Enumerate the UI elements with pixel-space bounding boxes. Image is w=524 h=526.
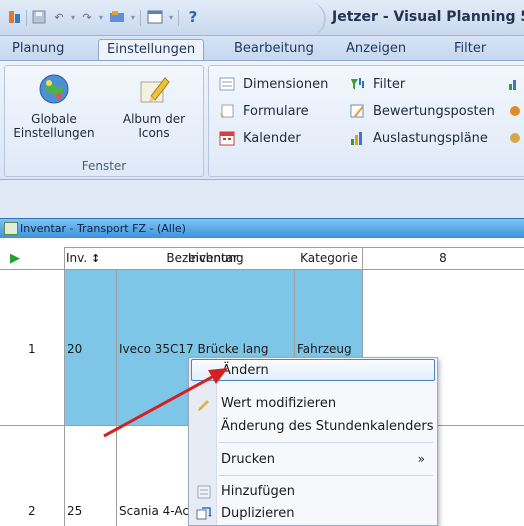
column-header-bezeichnung[interactable]: Bezeichnung [116,251,294,265]
menu-item-aenderung-stundenkalender[interactable]: Änderung des Stundenkalenders [191,416,435,438]
menu-item-aendern-label: Ändern [222,363,269,378]
grid-line [64,247,524,248]
kalender-button[interactable]: Kalender [219,128,301,148]
row2-bezeichnung[interactable]: Scania 4-Ach [119,504,197,518]
album-der-icons-button[interactable]: Album der Icons [109,72,199,140]
menu-item-hinzufuegen-label: Hinzufügen [221,484,295,499]
dimensionen-label: Dimensionen [243,76,329,92]
workspace-background [0,180,524,218]
menu-item-duplizieren-label: Duplizieren [221,506,295,521]
tab-planung[interactable]: Planung [4,39,72,60]
filter-icon [351,78,364,90]
current-row-indicator-icon: ▶ [10,251,20,266]
globale-line1: Globale [31,112,77,126]
dimensions-icon [219,77,235,91]
row2-inv[interactable]: 25 [67,504,82,518]
auslastungsplaene-button[interactable]: Auslastungspläne [349,128,488,148]
row1-kategorie[interactable]: Fahrzeug [297,342,352,356]
tab-einstellungen[interactable]: Einstellungen [98,39,205,60]
calendar-icon [219,131,235,146]
spreadsheet-icon [4,222,18,235]
separator [26,10,27,26]
ribbon-tabs: Planung Einstellungen Bearbeitung Anzeig… [0,36,524,60]
app-icon[interactable] [6,8,24,26]
row1-inv[interactable]: 20 [67,342,82,356]
separator [178,10,179,26]
workload-chart-icon [351,132,362,145]
album-line2: Icons [138,126,170,140]
title-divider [296,2,326,36]
row1-bezeichnung[interactable]: Iveco 35C17 Brücke lang [119,342,269,356]
column-header-8[interactable]: 8 [362,251,524,265]
tab-filter[interactable]: Filter [446,39,494,60]
pencil-album-icon [140,77,170,103]
row-number-2: 2 [28,504,36,518]
grid-line [116,269,117,526]
form-icon [220,104,234,118]
fenster-group-label: Fenster [81,159,127,173]
menu-item-drucken-label: Drucken [221,452,276,467]
kalender-label: Kalender [243,130,301,146]
auslastungsplaene-label: Auslastungspläne [373,130,488,146]
context-menu: Ändern Wert modifizieren Änderung des St… [188,357,438,526]
save-icon[interactable] [30,8,48,26]
globale-line2: Einstellungen [13,126,95,140]
partial-chart-icon[interactable] [507,74,524,94]
menu-item-wert-modifizieren-label: Wert modifizieren [221,396,337,411]
tab-anzeigen[interactable]: Anzeigen [338,39,414,60]
settings-group: Dimensionen Formulare Kalender Filter Be… [208,65,524,177]
formulare-label: Formulare [243,103,309,119]
valuation-icon [350,104,364,118]
document-titlebar: Inventar - Transport FZ - (Alle) [0,218,524,238]
album-line1: Album der [122,112,186,126]
filter-button[interactable]: Filter [349,74,405,94]
help-icon[interactable]: ? [184,8,202,26]
modify-value-icon [198,400,209,411]
document-title: Inventar - Transport FZ - (Alle) [20,222,186,235]
menu-separator [219,442,433,443]
menu-item-duplizieren[interactable]: Duplizieren [191,503,435,525]
globe-settings-icon [39,74,69,104]
app-title: Jetzer - Visual Planning 5 [332,9,524,25]
filter-label: Filter [373,76,406,92]
menu-item-aendern[interactable]: Ändern [191,359,435,381]
menu-item-drucken[interactable]: Drucken » [191,449,435,471]
bewertungsposten-button[interactable]: Bewertungsposten [349,101,495,121]
bewertungsposten-label: Bewertungsposten [373,103,495,119]
ribbon: Globale Einstellungen Album der Icons Fe… [0,60,524,180]
partial-settings-icon[interactable] [507,128,524,148]
menu-item-aenderung-stundenkalender-label: Änderung des Stundenkalenders [221,419,434,434]
column-header-inv[interactable]: Inv. ↕ [66,251,114,265]
column-header-kategorie[interactable]: Kategorie [296,251,362,265]
separator [140,10,141,26]
submenu-arrow-icon: » [417,452,425,466]
grid-line [0,269,524,270]
title-bar: ↶ ▾ ↷ ▾ ▾ ▾ ? Jetzer - Visual Planning 5 [0,0,524,36]
grid-line [64,247,65,526]
tab-bearbeitung[interactable]: Bearbeitung [226,39,322,60]
duplicate-icon [196,507,212,520]
column-header-inv-label: Inv. [66,251,88,265]
row-number-1: 1 [28,342,36,356]
fenster-group: Globale Einstellungen Album der Icons Fe… [4,65,204,177]
globale-einstellungen-button[interactable]: Globale Einstellungen [9,72,99,140]
sort-icon[interactable]: ↕ [91,252,100,265]
add-row-icon [197,485,211,499]
menu-item-hinzufuegen[interactable]: Hinzufügen [191,481,435,503]
dimensionen-button[interactable]: Dimensionen [219,74,328,94]
formulare-button[interactable]: Formulare [219,101,309,121]
partial-tools-icon[interactable] [507,101,524,121]
menu-separator [219,475,433,476]
menu-item-wert-modifizieren[interactable]: Wert modifizieren [191,393,435,415]
